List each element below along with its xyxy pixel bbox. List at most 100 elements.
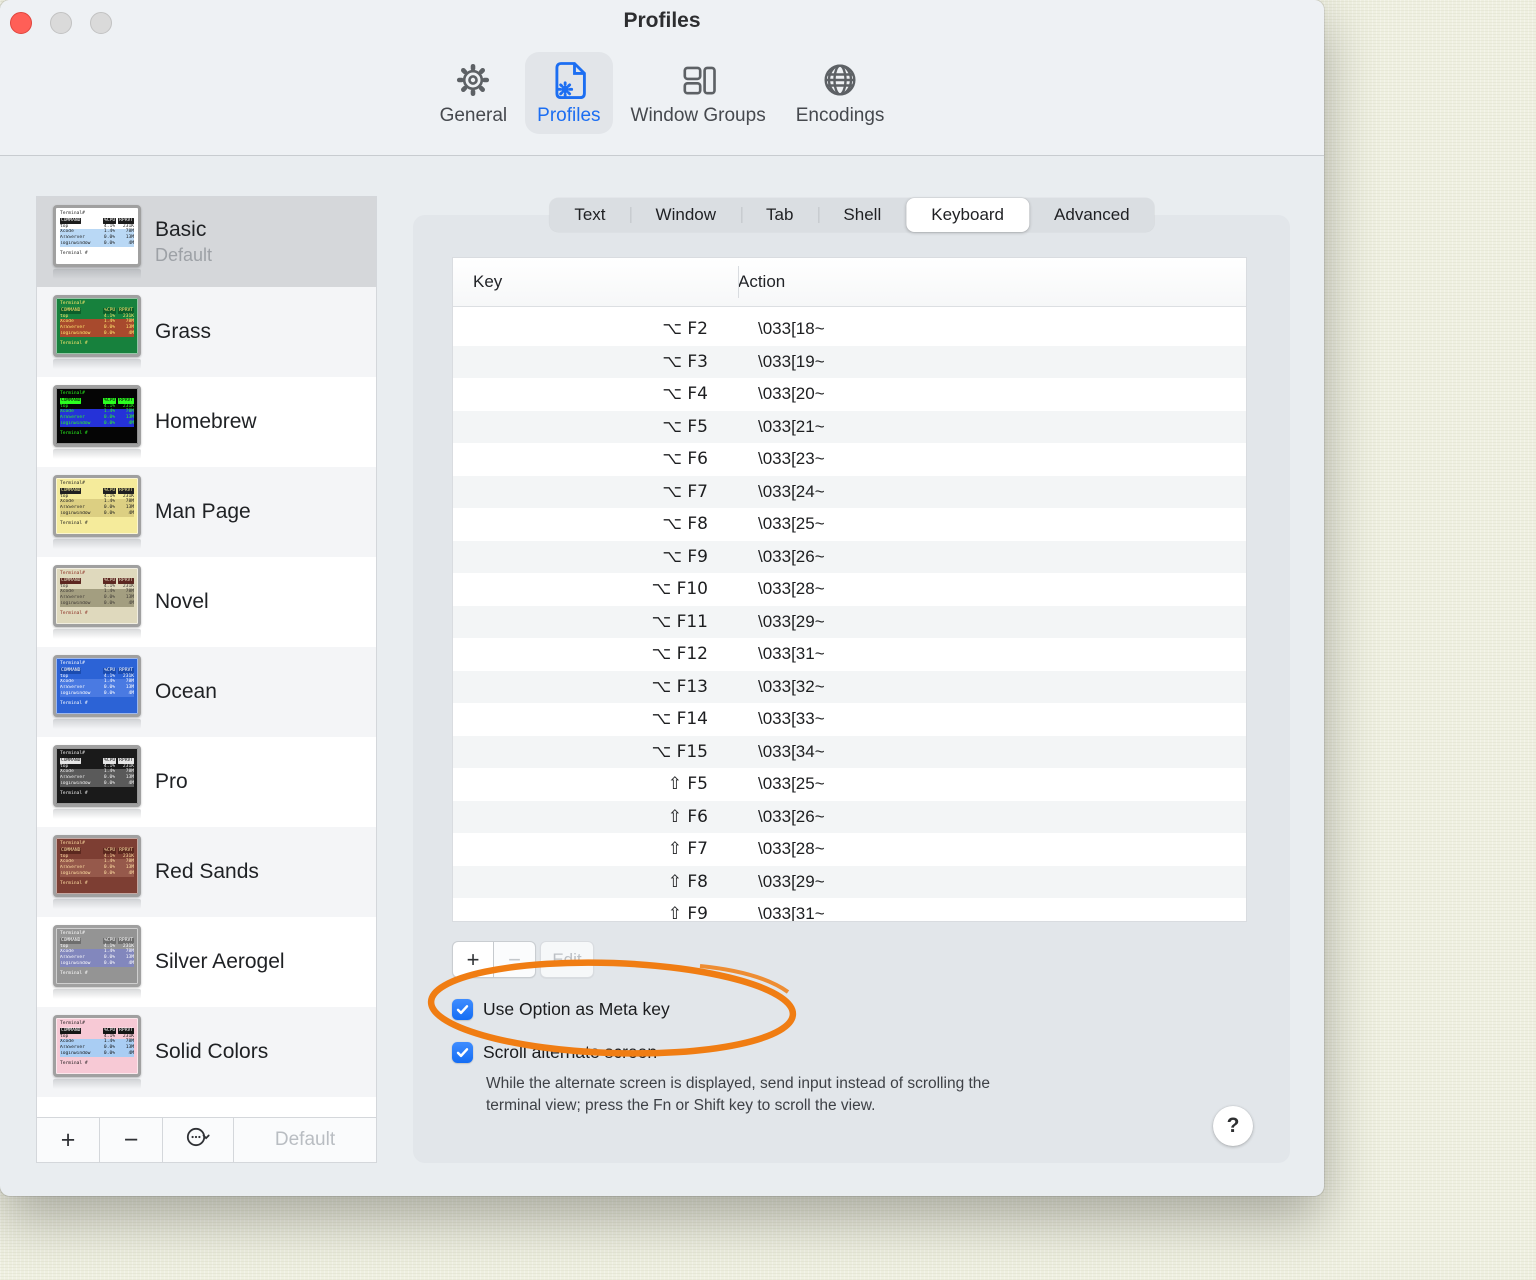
key-cell: ⌥ F14 bbox=[651, 709, 708, 730]
profile-row-silver-aerogel[interactable]: Terminal# COMMAND %CPU RPRVT top 4.1% 231K Xcod… bbox=[37, 917, 376, 1007]
globe-icon bbox=[818, 57, 862, 103]
column-header-action[interactable]: Action bbox=[718, 272, 785, 292]
default-profile-button[interactable]: Default bbox=[234, 1118, 376, 1162]
add-key-button[interactable]: + bbox=[452, 941, 494, 978]
key-cell: ⇧ F7 bbox=[667, 839, 708, 860]
scroll-alternate-screen-checkbox-row: Scroll alternate screen bbox=[452, 1042, 657, 1063]
key-cell: ⌥ F12 bbox=[651, 644, 708, 665]
question-mark-icon: ? bbox=[1226, 1114, 1240, 1137]
key-mapping-row[interactable]: ⌥ F14 \033[33~ bbox=[453, 703, 1246, 736]
thumbnail-reflection bbox=[53, 719, 141, 729]
remove-key-button[interactable]: − bbox=[494, 941, 536, 978]
toolbar-item-general[interactable]: General bbox=[428, 52, 520, 134]
tab-text[interactable]: Text bbox=[549, 198, 630, 232]
profile-row-homebrew[interactable]: Terminal# COMMAND %CPU RPRVT top 4.1% 231K Xcod… bbox=[37, 377, 376, 467]
action-cell: \033[26~ bbox=[758, 546, 825, 566]
key-mapping-row[interactable]: ⌥ F5 \033[21~ bbox=[453, 410, 1246, 443]
action-cell: \033[32~ bbox=[758, 676, 825, 696]
toolbar-item-window-groups[interactable]: Window Groups bbox=[619, 52, 778, 134]
key-cell: ⌥ F3 bbox=[662, 351, 708, 372]
key-mapping-row[interactable]: ⌥ F10 \033[28~ bbox=[453, 573, 1246, 606]
profile-row-ocean[interactable]: Terminal# COMMAND %CPU RPRVT top 4.1% 231K Xcod… bbox=[37, 647, 376, 737]
profile-name: Homebrew bbox=[155, 410, 257, 433]
tab-tab[interactable]: Tab bbox=[741, 198, 818, 232]
action-cell: \033[26~ bbox=[758, 806, 825, 826]
key-mapping-row[interactable]: ⌥ F8 \033[25~ bbox=[453, 508, 1246, 541]
key-cell: ⇧ F6 bbox=[667, 806, 708, 827]
checkmark-icon bbox=[456, 1048, 469, 1058]
key-cell: ⌥ F15 bbox=[651, 741, 708, 762]
profile-thumbnail: Terminal# COMMAND %CPU RPRVT top 4.1% 231K Xcod… bbox=[53, 1015, 141, 1089]
toolbar-item-encodings[interactable]: Encodings bbox=[784, 52, 897, 134]
key-mapping-row[interactable]: ⌥ F4 \033[20~ bbox=[453, 378, 1246, 411]
help-button[interactable]: ? bbox=[1213, 1106, 1253, 1146]
key-mapping-row[interactable]: ⌥ F9 \033[26~ bbox=[453, 540, 1246, 573]
profile-row-basic[interactable]: Terminal# COMMAND %CPU RPRVT top 4.1% 231K Xcod… bbox=[37, 197, 376, 287]
key-cell: ⌥ F6 bbox=[662, 449, 708, 470]
action-cell: \033[31~ bbox=[758, 644, 825, 664]
remove-profile-button[interactable]: − bbox=[100, 1118, 163, 1162]
key-mappings-rows: ⌥ F2 \033[18~ ⌥ F3 \033[19~ ⌥ F4 \033[20~ ⌥ F5… bbox=[453, 307, 1246, 922]
tab-advanced[interactable]: Advanced bbox=[1029, 198, 1155, 232]
action-cell: \033[19~ bbox=[758, 351, 825, 371]
tab-window[interactable]: Window bbox=[630, 198, 741, 232]
tab-shell[interactable]: Shell bbox=[818, 198, 906, 232]
toolbar-items: General Profiles Window Groups Encodings bbox=[0, 52, 1324, 134]
action-cell: \033[25~ bbox=[758, 514, 825, 534]
sidebar-actions-bar: + − Default bbox=[36, 1117, 377, 1163]
key-mapping-row[interactable]: ⌥ F7 \033[24~ bbox=[453, 475, 1246, 508]
column-header-key[interactable]: Key bbox=[453, 272, 718, 292]
key-mapping-row[interactable]: ⇧ F8 \033[29~ bbox=[453, 865, 1246, 898]
toolbar-label-general: General bbox=[439, 105, 508, 126]
profile-more-options-button[interactable] bbox=[163, 1118, 234, 1162]
toolbar-label-encodings: Encodings bbox=[795, 105, 885, 126]
profile-row-man-page[interactable]: Terminal# COMMAND %CPU RPRVT top 4.1% 231K Xcod… bbox=[37, 467, 376, 557]
circle-ellipsis-icon bbox=[185, 1124, 211, 1157]
key-mapping-row[interactable]: ⌥ F13 \033[32~ bbox=[453, 670, 1246, 703]
action-cell: \033[29~ bbox=[758, 611, 825, 631]
key-mapping-row[interactable]: ⌥ F3 \033[19~ bbox=[453, 345, 1246, 378]
action-cell: \033[29~ bbox=[758, 871, 825, 891]
profile-row-red-sands[interactable]: Terminal# COMMAND %CPU RPRVT top 4.1% 231K Xcod… bbox=[37, 827, 376, 917]
add-profile-button[interactable]: + bbox=[37, 1118, 100, 1162]
profile-thumbnail: Terminal# COMMAND %CPU RPRVT top 4.1% 231K Xcod… bbox=[53, 925, 141, 999]
key-cell: ⌥ F4 bbox=[662, 384, 708, 405]
key-cell: ⌥ F2 bbox=[662, 319, 708, 340]
profile-row-grass[interactable]: Terminal# COMMAND %CPU RPRVT top 4.1% 231K Xcod… bbox=[37, 287, 376, 377]
use-option-as-meta-key-checkbox[interactable] bbox=[452, 999, 473, 1020]
action-cell: \033[24~ bbox=[758, 481, 825, 501]
thumbnail-reflection bbox=[53, 629, 141, 639]
window-toolbar: Profiles General Profiles Window Groups … bbox=[0, 0, 1324, 156]
key-mapping-row[interactable]: ⌥ F11 \033[29~ bbox=[453, 605, 1246, 638]
key-mapping-row[interactable]: ⌥ F12 \033[31~ bbox=[453, 638, 1246, 671]
key-mapping-row[interactable]: ⇧ F7 \033[28~ bbox=[453, 833, 1246, 866]
action-cell: \033[18~ bbox=[758, 319, 825, 339]
key-mapping-row[interactable]: ⌥ F2 \033[18~ bbox=[453, 313, 1246, 346]
alternate-screen-help-text: While the alternate screen is displayed,… bbox=[486, 1075, 991, 1114]
profile-thumbnail: Terminal# COMMAND %CPU RPRVT top 4.1% 231K Xcod… bbox=[53, 835, 141, 909]
checkmark-icon bbox=[456, 1005, 469, 1015]
profile-row-novel[interactable]: Terminal# COMMAND %CPU RPRVT top 4.1% 231K Xcod… bbox=[37, 557, 376, 647]
profile-row-solid-colors[interactable]: Terminal# COMMAND %CPU RPRVT top 4.1% 231K Xcod… bbox=[37, 1007, 376, 1097]
thumbnail-reflection bbox=[53, 269, 141, 279]
toolbar-item-profiles[interactable]: Profiles bbox=[525, 52, 613, 134]
terminal-preferences-window: Profiles General Profiles Window Groups … bbox=[0, 0, 1324, 1196]
scroll-alternate-screen-checkbox[interactable] bbox=[452, 1042, 473, 1063]
profile-name: Solid Colors bbox=[155, 1040, 269, 1063]
key-mapping-row[interactable]: ⌥ F6 \033[23~ bbox=[453, 443, 1246, 476]
action-cell: \033[31~ bbox=[758, 904, 825, 922]
profile-thumbnail: Terminal# COMMAND %CPU RPRVT top 4.1% 231K Xcod… bbox=[53, 745, 141, 819]
edit-key-button[interactable]: Edit bbox=[540, 941, 594, 978]
profile-name: Grass bbox=[155, 320, 212, 343]
action-cell: \033[28~ bbox=[758, 579, 825, 599]
profile-tabs: Text Window Tab Shell Keyboard Advanced bbox=[549, 198, 1155, 232]
key-mapping-row[interactable]: ⇧ F9 \033[31~ bbox=[453, 898, 1246, 922]
key-mapping-row[interactable]: ⇧ F6 \033[26~ bbox=[453, 800, 1246, 833]
profile-row-pro[interactable]: Terminal# COMMAND %CPU RPRVT top 4.1% 231K Xcod… bbox=[37, 737, 376, 827]
key-mapping-row[interactable]: ⇧ F5 \033[25~ bbox=[453, 768, 1246, 801]
key-mappings-table: Key Action ⌥ F2 \033[18~ ⌥ F3 \033[19~ ⌥ F4 \… bbox=[452, 257, 1247, 922]
use-option-as-meta-key-checkbox-row: Use Option as Meta key bbox=[452, 999, 670, 1020]
tab-keyboard[interactable]: Keyboard bbox=[906, 198, 1030, 232]
key-cell: ⇧ F9 bbox=[667, 904, 708, 922]
key-mapping-row[interactable]: ⌥ F15 \033[34~ bbox=[453, 735, 1246, 768]
